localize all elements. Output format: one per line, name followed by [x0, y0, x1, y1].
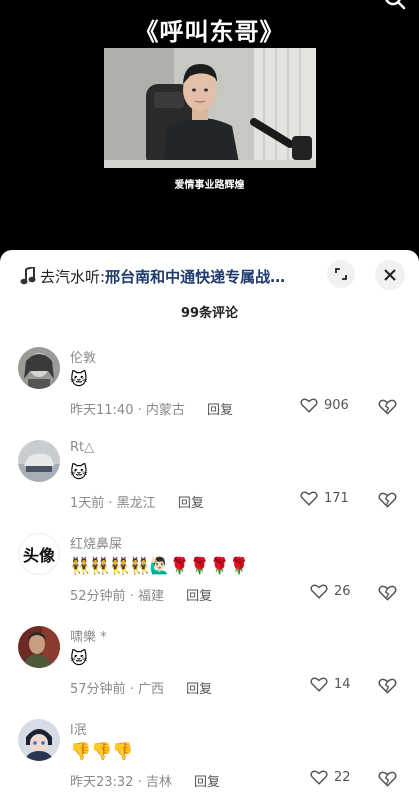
like-button[interactable]: 26 — [310, 583, 351, 600]
broken-heart-icon[interactable] — [378, 584, 397, 602]
comment-time-location: 昨天23:32 · 吉林 — [70, 775, 172, 790]
reply-button[interactable]: 回复 — [186, 682, 212, 697]
reply-button[interactable]: 回复 — [178, 496, 204, 511]
heart-icon — [310, 770, 328, 785]
comment-sheet: 去汽水听: 邢台南和中通快递专属战… 99条评论 伦敦 🐱 昨天11:40 · … — [0, 250, 419, 800]
comment-username[interactable]: 红烧鼻屎 — [70, 533, 122, 552]
comment-time-location: 57分钟前 · 广西 — [70, 682, 164, 697]
comment-meta: 昨天11:40 · 内蒙古 回复 — [70, 399, 233, 418]
comment-text: 🐱 — [70, 463, 88, 483]
comment-time-location: 52分钟前 · 福建 — [70, 589, 164, 604]
comment-text: 🐱 — [70, 370, 88, 390]
avatar[interactable]: 头像 — [18, 533, 60, 575]
close-icon — [384, 269, 396, 281]
like-button[interactable]: 14 — [310, 676, 351, 693]
comment-meta: 昨天23:32 · 吉林 回复 — [70, 771, 220, 790]
video-player[interactable]: 《呼叫东哥》 爱情事业路辉煌 — [0, 0, 419, 250]
broken-heart-icon[interactable] — [378, 398, 397, 416]
comment-username[interactable]: Rt△ — [70, 440, 94, 455]
comment-item: 伦敦 🐱 昨天11:40 · 内蒙古 回复 906 — [0, 347, 419, 439]
broken-heart-icon[interactable] — [378, 770, 397, 788]
music-prefix: 去汽水听: — [40, 267, 106, 286]
comment-meta: 57分钟前 · 广西 回复 — [70, 678, 212, 697]
heart-icon — [310, 677, 328, 692]
close-button[interactable] — [375, 260, 405, 290]
comment-meta: 1天前 · 黑龙江 回复 — [70, 492, 204, 511]
broken-heart-icon[interactable] — [378, 491, 397, 509]
like-count: 906 — [324, 398, 349, 413]
comment-item: 头像 红烧鼻屎 👯👯👯👯🙋🏻‍♂️🌹🌹🌹🌹 52分钟前 · 福建 回复 26 — [0, 533, 419, 625]
music-title[interactable]: 邢台南和中通快递专属战… — [105, 266, 285, 287]
search-icon[interactable] — [385, 0, 407, 10]
comment-username[interactable]: 啸樂 * — [70, 626, 107, 645]
expand-icon — [335, 268, 347, 280]
comment-username[interactable]: 伦敦 — [70, 347, 96, 366]
video-title: 《呼叫东哥》 — [134, 18, 285, 46]
reply-button[interactable]: 回复 — [186, 589, 212, 604]
comment-text: 👯👯👯👯🙋🏻‍♂️🌹🌹🌹🌹 — [70, 556, 250, 575]
like-button[interactable]: 22 — [310, 769, 351, 786]
comment-item: l泯 👎👎👎 昨天23:32 · 吉林 回复 22 — [0, 719, 419, 800]
like-count: 26 — [334, 584, 351, 599]
avatar[interactable] — [18, 719, 60, 761]
comment-item: Rt△ 🐱 1天前 · 黑龙江 回复 171 — [0, 440, 419, 532]
comment-meta: 52分钟前 · 福建 回复 — [70, 585, 212, 604]
comment-count: 99条评论 — [180, 306, 239, 321]
comment-text: 👎👎👎 — [70, 742, 134, 762]
avatar[interactable] — [18, 347, 60, 389]
comment-time-location: 昨天11:40 · 内蒙古 — [70, 403, 185, 418]
broken-heart-icon[interactable] — [378, 677, 397, 695]
heart-icon — [300, 398, 318, 413]
reply-button[interactable]: 回复 — [194, 775, 220, 790]
like-count: 14 — [334, 677, 351, 692]
video-frame — [104, 48, 316, 168]
like-count: 22 — [334, 770, 351, 785]
comment-username[interactable]: l泯 — [70, 719, 87, 738]
avatar[interactable] — [18, 440, 60, 482]
music-link[interactable]: 去汽水听: 邢台南和中通快递专属战… — [20, 264, 320, 288]
music-note-icon — [20, 267, 36, 285]
comment-text: 🐱 — [70, 649, 88, 669]
video-scene-image — [104, 48, 316, 168]
avatar[interactable] — [18, 626, 60, 668]
like-button[interactable]: 906 — [300, 397, 349, 414]
like-count: 171 — [324, 491, 349, 506]
expand-button[interactable] — [327, 260, 355, 288]
reply-button[interactable]: 回复 — [207, 403, 233, 418]
comment-item: 啸樂 * 🐱 57分钟前 · 广西 回复 14 — [0, 626, 419, 718]
like-button[interactable]: 171 — [300, 490, 349, 507]
video-subtitle: 爱情事业路辉煌 — [174, 180, 245, 191]
heart-icon — [300, 491, 318, 506]
heart-icon — [310, 584, 328, 599]
avatar-text: 头像 — [22, 546, 55, 565]
comment-time-location: 1天前 · 黑龙江 — [70, 496, 156, 511]
